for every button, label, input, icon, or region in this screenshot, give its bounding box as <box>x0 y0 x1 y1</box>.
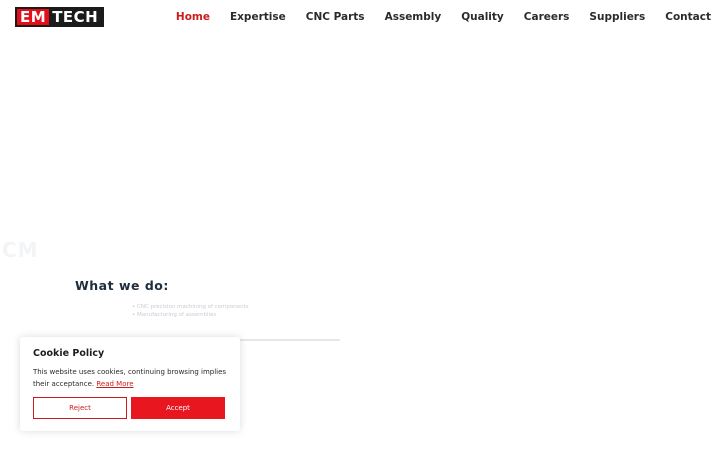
nav-item-assembly[interactable]: Assembly <box>385 11 442 23</box>
cookie-dialog: Cookie Policy This website uses cookies,… <box>20 337 240 431</box>
nav-item-cnc-parts[interactable]: CNC Parts <box>306 11 365 23</box>
hero-faded-text: CM <box>2 238 39 262</box>
section-divider <box>230 339 340 341</box>
site-header: EM TECH Home Expertise CNC Parts Assembl… <box>0 0 720 36</box>
cookie-text: This website uses cookies, continuing br… <box>33 367 227 390</box>
nav-item-expertise[interactable]: Expertise <box>230 11 286 23</box>
emtech-logo[interactable]: EM TECH <box>15 7 105 27</box>
logo-tech: TECH <box>49 9 103 25</box>
nav-item-suppliers[interactable]: Suppliers <box>589 11 645 23</box>
cookie-title: Cookie Policy <box>33 348 105 359</box>
page: EM TECH Home Expertise CNC Parts Assembl… <box>0 0 720 450</box>
nav-item-contact[interactable]: Contact <box>665 11 711 23</box>
logo-em: EM <box>17 9 50 25</box>
reject-button[interactable]: Reject <box>33 397 127 419</box>
accept-button[interactable]: Accept <box>131 397 225 419</box>
list-item: CNC precision machining of components <box>132 303 249 311</box>
section-title: What we do: <box>75 278 169 293</box>
nav-item-quality[interactable]: Quality <box>461 11 504 23</box>
list-item: Manufacturing of assemblies <box>132 311 249 319</box>
services-list: CNC precision machining of components Ma… <box>132 303 249 319</box>
nav-item-careers[interactable]: Careers <box>524 11 570 23</box>
cookie-actions: Reject Accept <box>33 397 225 419</box>
nav-item-home[interactable]: Home <box>176 11 210 23</box>
read-more-link[interactable]: Read More <box>96 380 133 388</box>
main-nav: Home Expertise CNC Parts Assembly Qualit… <box>156 11 711 23</box>
